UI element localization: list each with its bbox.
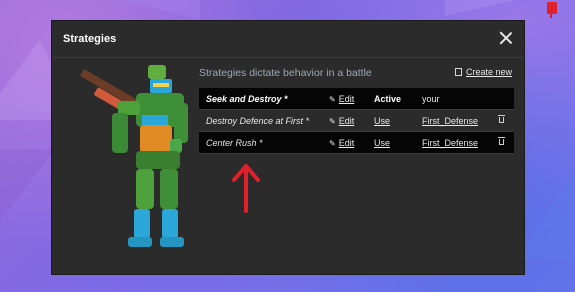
- strategy-name: Center Rush *: [206, 138, 263, 148]
- edit-label: Edit: [338, 94, 355, 104]
- trash-icon[interactable]: [498, 115, 505, 123]
- background-facet: [445, 0, 515, 16]
- pencil-icon: ✎: [329, 139, 336, 148]
- red-flag-icon: [547, 2, 557, 18]
- strategy-row[interactable]: Seek and Destroy * ✎ Edit Active your: [199, 88, 514, 110]
- edit-link[interactable]: ✎ Edit: [329, 94, 354, 104]
- strategy-row[interactable]: Center Rush * ✎ Edit Use First_Defense: [199, 132, 514, 154]
- dialog-description: Strategies dictate behavior in a battle: [199, 67, 372, 79]
- edit-label: Edit: [338, 116, 355, 126]
- edit-link[interactable]: ✎ Edit: [329, 138, 354, 148]
- background-facet: [120, 0, 200, 20]
- strategies-dialog: Strategies Strategies dictate behavior i…: [51, 20, 525, 275]
- edit-label: Edit: [338, 138, 355, 148]
- dialog-title: Strategies: [63, 33, 117, 45]
- document-icon: [454, 68, 462, 76]
- pencil-icon: ✎: [329, 95, 336, 104]
- strategy-name: Seek and Destroy *: [206, 94, 288, 104]
- red-arrow-up: [232, 164, 260, 213]
- edit-link[interactable]: ✎ Edit: [329, 116, 354, 126]
- use-link[interactable]: Use: [374, 116, 390, 126]
- control-label: your: [422, 94, 440, 104]
- dialog-header: Strategies: [52, 21, 524, 58]
- control-link[interactable]: First_Defense: [422, 116, 478, 126]
- trash-icon[interactable]: [498, 137, 505, 145]
- create-new-label: Create new: [465, 67, 512, 77]
- strategies-table: Seek and Destroy * ✎ Edit Active your Des…: [199, 88, 514, 154]
- robot-illustration: [80, 65, 188, 247]
- status-label: Active: [374, 94, 402, 104]
- strategy-row[interactable]: Destroy Defence at First * ✎ Edit Use Fir…: [199, 110, 514, 132]
- control-link[interactable]: First_Defense: [422, 138, 478, 148]
- create-new-link[interactable]: Create new: [454, 67, 512, 77]
- pencil-icon: ✎: [329, 117, 336, 126]
- background-facet: [0, 150, 55, 220]
- strategy-name: Destroy Defence at First *: [206, 116, 310, 126]
- close-icon[interactable]: [498, 30, 514, 46]
- use-link[interactable]: Use: [374, 138, 390, 148]
